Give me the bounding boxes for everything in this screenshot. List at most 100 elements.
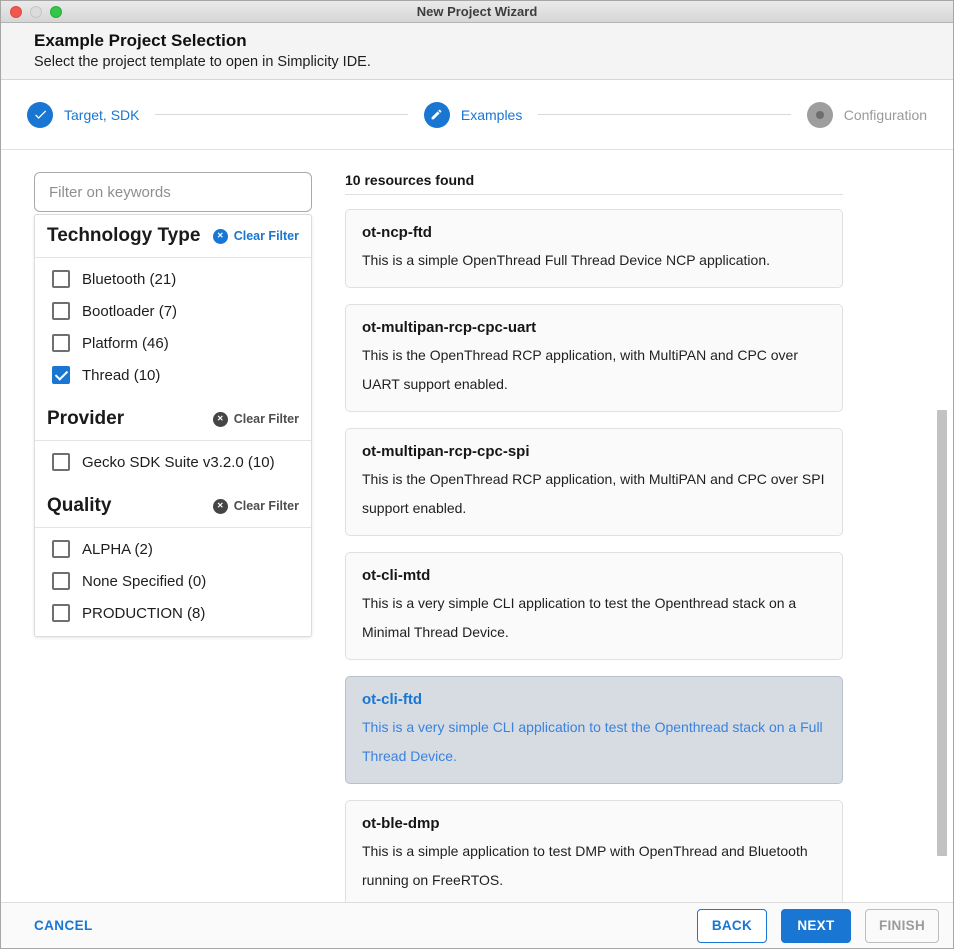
example-card[interactable]: ot-cli-ftd This is a very simple CLI app…	[345, 676, 843, 784]
filter-sidebar: Technology Type Clear Filter Bluetooth (…	[34, 172, 312, 902]
filter-section: Technology Type Clear Filter Bluetooth (…	[35, 215, 311, 398]
example-card-description: This is a simple application to test DMP…	[362, 837, 826, 895]
filter-option-label: None Specified (0)	[82, 573, 206, 590]
clear-filter-button[interactable]: Clear Filter	[213, 412, 299, 427]
clear-filter-label: Clear Filter	[234, 412, 299, 426]
dot-icon	[807, 102, 833, 128]
stepper-connector	[538, 114, 790, 115]
next-button[interactable]: NEXT	[781, 909, 851, 943]
page-subtitle: Select the project template to open in S…	[34, 54, 920, 71]
results-panel: 10 resources found ot-ncp-ftd This is a …	[345, 172, 843, 902]
filter-checkbox-option[interactable]: PRODUCTION (8)	[35, 597, 311, 629]
example-card-title: ot-ncp-ftd	[362, 224, 826, 242]
clear-filter-icon	[213, 499, 228, 514]
filter-section-header: Provider Clear Filter	[35, 398, 311, 440]
window-title: New Project Wizard	[417, 4, 538, 19]
filter-section-header: Quality Clear Filter	[35, 485, 311, 527]
fullscreen-button[interactable]	[50, 6, 62, 18]
pencil-icon	[424, 102, 450, 128]
step-examples[interactable]: Examples	[424, 102, 522, 128]
filter-option-label: PRODUCTION (8)	[82, 605, 205, 622]
example-card-title: ot-cli-mtd	[362, 567, 826, 585]
checkbox[interactable]	[52, 366, 70, 384]
check-icon	[27, 102, 53, 128]
filter-checkbox-option[interactable]: Bootloader (7)	[35, 295, 311, 327]
clear-filter-button[interactable]: Clear Filter	[213, 499, 299, 514]
checkbox[interactable]	[52, 302, 70, 320]
filter-checkbox-option[interactable]: Thread (10)	[35, 359, 311, 391]
filter-section: Quality Clear Filter ALPHA (2) None Spec…	[35, 485, 311, 636]
clear-filter-label: Clear Filter	[234, 499, 299, 513]
results-count: 10 resources found	[345, 172, 843, 188]
filter-panel: Technology Type Clear Filter Bluetooth (…	[34, 214, 312, 637]
checkbox[interactable]	[52, 453, 70, 471]
filter-options: Gecko SDK Suite v3.2.0 (10)	[35, 441, 311, 485]
finish-button[interactable]: FINISH	[865, 909, 939, 943]
filter-option-label: Gecko SDK Suite v3.2.0 (10)	[82, 454, 275, 471]
example-card[interactable]: ot-cli-mtd This is a very simple CLI app…	[345, 552, 843, 660]
filter-section: Provider Clear Filter Gecko SDK Suite v3…	[35, 398, 311, 485]
clear-filter-button[interactable]: Clear Filter	[213, 229, 299, 244]
example-card-description: This is the OpenThread RCP application, …	[362, 341, 826, 399]
scrollbar[interactable]	[937, 150, 951, 902]
checkbox[interactable]	[52, 270, 70, 288]
wizard-stepper: Target, SDK Examples Configuration	[1, 80, 953, 150]
step-configuration[interactable]: Configuration	[807, 102, 927, 128]
example-cards-list: ot-ncp-ftd This is a simple OpenThread F…	[345, 209, 843, 902]
filter-section-title: Provider	[47, 408, 124, 430]
filter-options: ALPHA (2) None Specified (0) PRODUCTION …	[35, 528, 311, 636]
example-card[interactable]: ot-multipan-rcp-cpc-uart This is the Ope…	[345, 304, 843, 412]
example-card[interactable]: ot-multipan-rcp-cpc-spi This is the Open…	[345, 428, 843, 536]
content-area: Technology Type Clear Filter Bluetooth (…	[1, 150, 953, 902]
filter-checkbox-option[interactable]: Gecko SDK Suite v3.2.0 (10)	[35, 446, 311, 478]
minimize-button[interactable]	[30, 6, 42, 18]
titlebar: New Project Wizard	[1, 1, 953, 23]
stepper-connector	[155, 114, 407, 115]
filter-checkbox-option[interactable]: ALPHA (2)	[35, 533, 311, 565]
example-card-title: ot-ble-dmp	[362, 815, 826, 833]
clear-filter-label: Clear Filter	[234, 229, 299, 243]
filter-checkbox-option[interactable]: Bluetooth (21)	[35, 263, 311, 295]
back-button[interactable]: BACK	[697, 909, 767, 943]
dialog-header: Example Project Selection Select the pro…	[1, 23, 953, 80]
example-card-description: This is the OpenThread RCP application, …	[362, 465, 826, 523]
partial-card-bottom-edge	[345, 193, 843, 195]
example-card[interactable]: ot-ncp-ftd This is a simple OpenThread F…	[345, 209, 843, 288]
footer-buttons: BACK NEXT FINISH	[697, 909, 939, 943]
example-card-description: This is a very simple CLI application to…	[362, 589, 826, 647]
checkbox[interactable]	[52, 572, 70, 590]
filter-checkbox-option[interactable]: Platform (46)	[35, 327, 311, 359]
example-card-description: This is a very simple CLI application to…	[362, 713, 826, 771]
checkbox[interactable]	[52, 540, 70, 558]
step-label: Configuration	[844, 107, 927, 123]
example-card-title: ot-multipan-rcp-cpc-uart	[362, 319, 826, 337]
filter-option-label: Thread (10)	[82, 367, 160, 384]
scrollbar-thumb[interactable]	[937, 410, 947, 856]
filter-option-label: Bootloader (7)	[82, 303, 177, 320]
filter-options: Bluetooth (21) Bootloader (7) Platform (…	[35, 258, 311, 398]
filter-option-label: Platform (46)	[82, 335, 169, 352]
filter-checkbox-option[interactable]: None Specified (0)	[35, 565, 311, 597]
keyword-filter-input[interactable]	[34, 172, 312, 212]
filter-section-title: Quality	[47, 495, 111, 517]
checkbox[interactable]	[52, 604, 70, 622]
step-target-sdk[interactable]: Target, SDK	[27, 102, 139, 128]
clear-filter-icon	[213, 229, 228, 244]
filter-section-header: Technology Type Clear Filter	[35, 215, 311, 257]
example-card-title: ot-cli-ftd	[362, 691, 826, 709]
filter-option-label: ALPHA (2)	[82, 541, 153, 558]
cancel-button[interactable]: CANCEL	[34, 918, 93, 933]
step-label: Target, SDK	[64, 107, 139, 123]
page-title: Example Project Selection	[34, 31, 920, 51]
traffic-lights	[10, 6, 62, 18]
example-card[interactable]: ot-ble-dmp This is a simple application …	[345, 800, 843, 902]
clear-filter-icon	[213, 412, 228, 427]
close-button[interactable]	[10, 6, 22, 18]
checkbox[interactable]	[52, 334, 70, 352]
new-project-wizard-window: New Project Wizard Example Project Selec…	[0, 0, 954, 949]
filter-section-title: Technology Type	[47, 225, 200, 247]
example-card-description: This is a simple OpenThread Full Thread …	[362, 246, 826, 275]
filter-option-label: Bluetooth (21)	[82, 271, 176, 288]
step-label: Examples	[461, 107, 522, 123]
example-card-title: ot-multipan-rcp-cpc-spi	[362, 443, 826, 461]
